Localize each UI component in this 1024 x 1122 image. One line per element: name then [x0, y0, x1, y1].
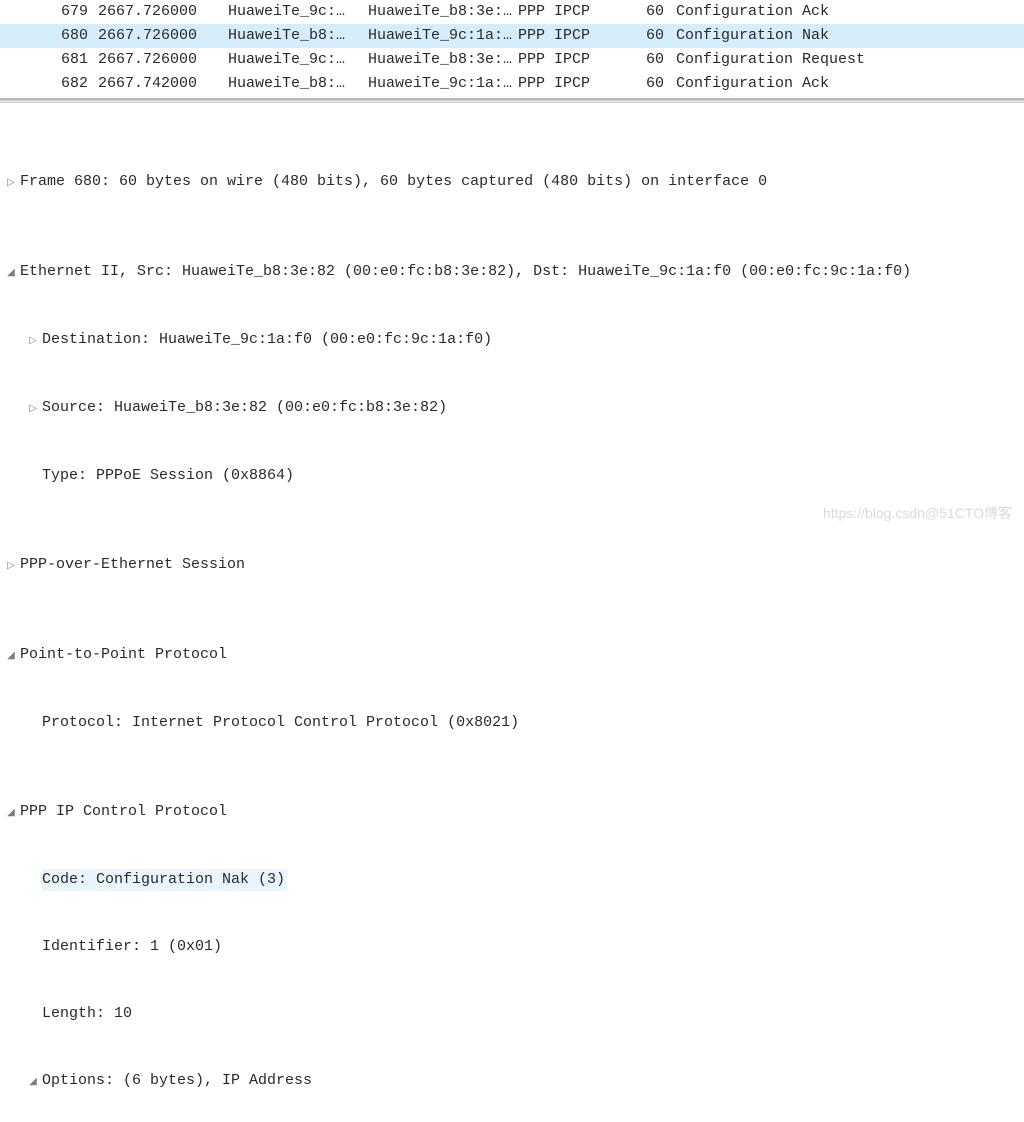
col-src: HuaweiTe_9c:… — [228, 49, 368, 71]
packet-row[interactable]: 681 2667.726000 HuaweiTe_9c:… HuaweiTe_b… — [0, 48, 1024, 72]
packet-row[interactable]: 679 2667.726000 HuaweiTe_9c:… HuaweiTe_b… — [0, 0, 1024, 24]
tree-label: Type: PPPoE Session (0x8864) — [42, 465, 294, 487]
packet-row[interactable]: 682 2667.742000 HuaweiTe_b8:… HuaweiTe_9… — [0, 72, 1024, 96]
no-toggle-icon — [24, 937, 42, 959]
collapse-icon[interactable] — [2, 802, 20, 825]
tree-row-ipcp-id[interactable]: Identifier: 1 (0x01) — [0, 936, 1024, 959]
tree-row-ppp-proto[interactable]: Protocol: Internet Protocol Control Prot… — [0, 712, 1024, 735]
col-proto: PPP IPCP — [518, 25, 618, 47]
col-len: 60 — [618, 1, 676, 23]
col-time: 2667.742000 — [98, 73, 228, 95]
tree-label: Ethernet II, Src: HuaweiTe_b8:3e:82 (00:… — [20, 261, 911, 283]
tree-label: Protocol: Internet Protocol Control Prot… — [42, 712, 519, 734]
col-len: 60 — [618, 49, 676, 71]
no-toggle-icon — [24, 713, 42, 735]
tree-row-pppoe[interactable]: PPP-over-Ethernet Session — [0, 554, 1024, 578]
tree-row-ipcp-options[interactable]: Options: (6 bytes), IP Address — [0, 1070, 1024, 1094]
expand-icon[interactable] — [24, 398, 42, 421]
no-toggle-icon — [24, 1004, 42, 1026]
expand-icon[interactable] — [2, 172, 20, 195]
col-src: HuaweiTe_b8:… — [228, 25, 368, 47]
col-src: HuaweiTe_b8:… — [228, 73, 368, 95]
tree-row-ethernet[interactable]: Ethernet II, Src: HuaweiTe_b8:3e:82 (00:… — [0, 261, 1024, 285]
col-proto: PPP IPCP — [518, 73, 618, 95]
collapse-icon[interactable] — [24, 1071, 42, 1094]
col-no: 682 — [20, 73, 98, 95]
col-dst: HuaweiTe_9c:1a:… — [368, 25, 518, 47]
tree-row-ppp[interactable]: Point-to-Point Protocol — [0, 644, 1024, 668]
col-proto: PPP IPCP — [518, 1, 618, 23]
expand-icon[interactable] — [2, 555, 20, 578]
tree-label: Frame 680: 60 bytes on wire (480 bits), … — [20, 171, 767, 193]
col-no: 681 — [20, 49, 98, 71]
tree-row-eth-dst[interactable]: Destination: HuaweiTe_9c:1a:f0 (00:e0:fc… — [0, 329, 1024, 353]
expand-icon[interactable] — [24, 330, 42, 353]
tree-label: Point-to-Point Protocol — [20, 644, 227, 666]
tree-row-ipcp-length[interactable]: Length: 10 — [0, 1003, 1024, 1026]
tree-label: Length: 10 — [42, 1003, 132, 1025]
col-dst: HuaweiTe_9c:1a:… — [368, 73, 518, 95]
tree-label: Options: (6 bytes), IP Address — [42, 1070, 312, 1092]
col-no: 679 — [20, 1, 98, 23]
tree-label: PPP-over-Ethernet Session — [20, 554, 245, 576]
col-info: Configuration Ack — [676, 1, 1024, 23]
tree-row-eth-type[interactable]: Type: PPPoE Session (0x8864) — [0, 465, 1024, 488]
tree-row-ipcp[interactable]: PPP IP Control Protocol — [0, 801, 1024, 825]
col-time: 2667.726000 — [98, 1, 228, 23]
col-info: Configuration Nak — [676, 25, 1024, 47]
tree-label: PPP IP Control Protocol — [20, 801, 227, 823]
tree-label: Source: HuaweiTe_b8:3e:82 (00:e0:fc:b8:3… — [42, 397, 447, 419]
col-dst: HuaweiTe_b8:3e:… — [368, 1, 518, 23]
tree-label: Destination: HuaweiTe_9c:1a:f0 (00:e0:fc… — [42, 329, 492, 351]
collapse-icon[interactable] — [2, 645, 20, 668]
no-toggle-icon — [24, 870, 42, 892]
col-no: 680 — [20, 25, 98, 47]
col-dst: HuaweiTe_b8:3e:… — [368, 49, 518, 71]
col-time: 2667.726000 — [98, 25, 228, 47]
tree-row-eth-src[interactable]: Source: HuaweiTe_b8:3e:82 (00:e0:fc:b8:3… — [0, 397, 1024, 421]
col-info: Configuration Request — [676, 49, 1024, 71]
no-toggle-icon — [24, 466, 42, 488]
packet-row-selected[interactable]: 680 2667.726000 HuaweiTe_b8:… HuaweiTe_9… — [0, 24, 1024, 48]
tree-row-frame[interactable]: Frame 680: 60 bytes on wire (480 bits), … — [0, 171, 1024, 195]
col-src: HuaweiTe_9c:… — [228, 1, 368, 23]
tree-row-ipcp-code[interactable]: Code: Configuration Nak (3) — [0, 869, 1024, 892]
tree-label: Identifier: 1 (0x01) — [42, 936, 222, 958]
tree-label-highlighted: Code: Configuration Nak (3) — [42, 869, 287, 891]
col-proto: PPP IPCP — [518, 49, 618, 71]
col-info: Configuration Ack — [676, 73, 1024, 95]
packet-list-pane: 679 2667.726000 HuaweiTe_9c:… HuaweiTe_b… — [0, 0, 1024, 100]
packet-details-pane: Frame 680: 60 bytes on wire (480 bits), … — [0, 103, 1024, 1122]
col-len: 60 — [618, 73, 676, 95]
collapse-icon[interactable] — [2, 262, 20, 285]
col-len: 60 — [618, 25, 676, 47]
col-time: 2667.726000 — [98, 49, 228, 71]
